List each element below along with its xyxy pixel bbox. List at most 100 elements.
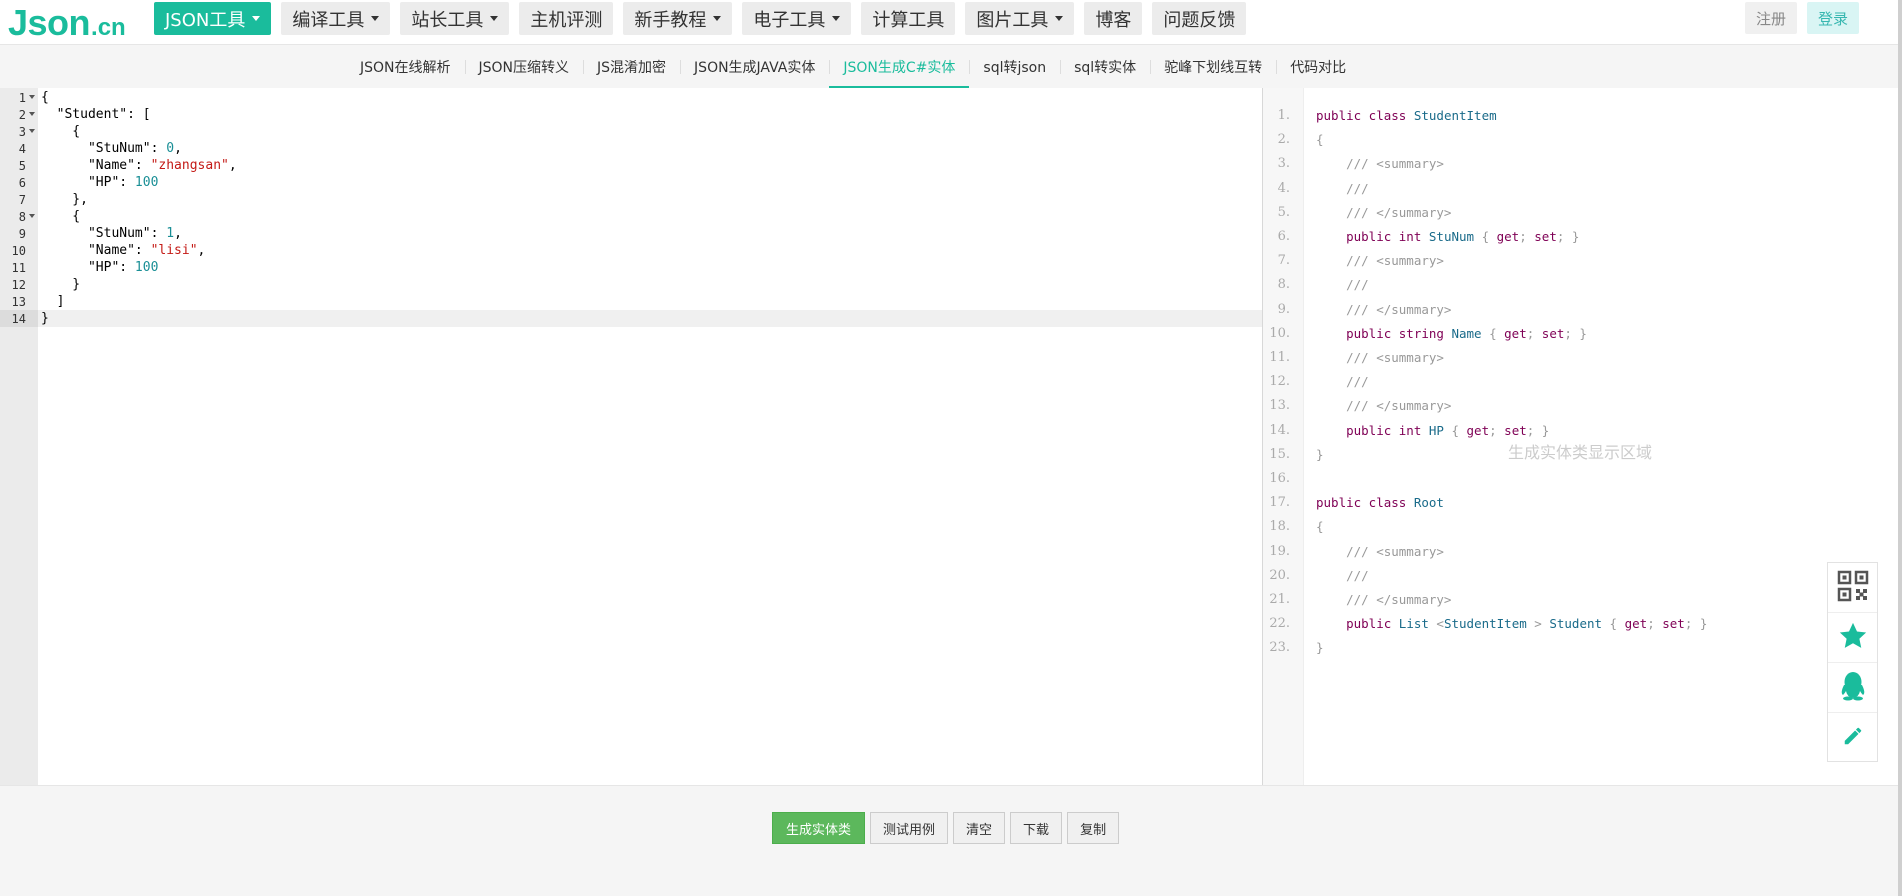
favorite-button[interactable] (1828, 613, 1877, 663)
code-token: /// </summary> (1316, 592, 1452, 607)
json-input-editor[interactable]: 1 2 3 4 5 6 7 8 9 10 11 12 13 14 { "Student": [ { "St… (0, 88, 1262, 785)
pencil-icon (1842, 725, 1864, 751)
qq-button[interactable] (1828, 663, 1877, 713)
qq-icon (1839, 671, 1867, 705)
menu-item[interactable]: 编译工具 (281, 2, 391, 35)
line-number: 9 (0, 225, 38, 242)
line-number: 4 (0, 140, 38, 157)
code-token: ; } (1526, 423, 1550, 438)
page-scrollbar[interactable] (1898, 0, 1902, 896)
code-token: { (1474, 229, 1497, 244)
line-number: 11 (0, 259, 38, 276)
output-code-line: /// </summary> (1316, 394, 1451, 418)
tool-tab[interactable]: 代码对比 (1276, 45, 1360, 88)
code-token: /// (1316, 181, 1369, 196)
tool-tab[interactable]: JSON生成JAVA实体 (680, 45, 829, 88)
code-line: "Student": [ (41, 106, 1262, 123)
generate-entity-button[interactable]: 生成实体类 (772, 812, 866, 844)
output-line-number: 23. (1269, 640, 1290, 655)
tool-tab[interactable]: sql转json (969, 45, 1060, 88)
menu-item[interactable]: 计算工具 (861, 2, 956, 35)
tool-tab[interactable]: sql转实体 (1060, 45, 1150, 88)
menu-item[interactable]: JSON工具 (154, 2, 272, 35)
code-token: { (41, 124, 81, 139)
fold-toggle-icon[interactable] (29, 129, 35, 133)
output-code-line: } (1316, 636, 1324, 660)
code-token: , (174, 226, 182, 241)
menu-item[interactable]: 图片工具 (965, 2, 1075, 35)
code-token: 100 (134, 260, 159, 275)
tool-tab[interactable]: 驼峰下划线互转 (1150, 45, 1276, 88)
menu-item[interactable]: 站长工具 (400, 2, 510, 35)
chevron-down-icon (490, 16, 499, 21)
code-line: { (41, 123, 1262, 140)
code-token: public string (1316, 326, 1452, 341)
copy-button[interactable]: 复制 (1067, 812, 1120, 844)
line-number: 12 (0, 276, 38, 293)
fold-toggle-icon[interactable] (29, 112, 35, 116)
site-logo[interactable]: Json .cn (8, 0, 126, 45)
clear-button[interactable]: 清空 (953, 812, 1006, 844)
code-line: "StuNum": 1, (41, 225, 1262, 242)
code-token: ; (1489, 423, 1505, 438)
register-button[interactable]: 注册 (1744, 2, 1797, 34)
download-button[interactable]: 下载 (1010, 812, 1063, 844)
line-number: 6 (0, 174, 38, 191)
editor-code-area[interactable]: { "Student": [ { "StuNum": 0, "Name": "z… (38, 88, 1262, 785)
editor-gutter: 1 2 3 4 5 6 7 8 9 10 11 12 13 14 (0, 88, 38, 785)
test-case-button[interactable]: 测试用例 (870, 812, 949, 844)
csharp-output-panel[interactable]: 1. 2. 3. 4. 5. 6. 7. 8. 9. 10. 11. 12. 13. 14. 15. 16. 1… (1262, 88, 1898, 785)
line-number: 7 (0, 191, 38, 208)
menu-item-label: JSON工具 (165, 9, 246, 31)
line-number-text: 4 (18, 141, 26, 156)
output-gutter: 1. 2. 3. 4. 5. 6. 7. 8. 9. 10. 11. 12. 13. 14. 15. 16. 1… (1263, 88, 1304, 785)
login-button[interactable]: 登录 (1806, 2, 1859, 34)
output-code-line: /// <summary> (1316, 152, 1444, 176)
qrcode-button[interactable] (1828, 563, 1877, 613)
line-number-text: 5 (18, 158, 26, 173)
chevron-down-icon (252, 16, 261, 21)
tool-tab[interactable]: JSON压缩转义 (464, 45, 584, 88)
code-token: /// </summary> (1316, 398, 1452, 413)
feedback-button[interactable] (1828, 713, 1877, 763)
menu-item[interactable]: 电子工具 (742, 2, 852, 35)
output-code-line: { (1316, 515, 1324, 539)
line-number: 5 (0, 157, 38, 174)
menu-item[interactable]: 博客 (1084, 2, 1143, 35)
code-token: > (1526, 616, 1550, 631)
code-token: StuNum (1428, 229, 1475, 244)
code-line: ] (41, 293, 1262, 310)
code-token: { (1316, 519, 1324, 534)
output-line-number: 15. (1269, 447, 1290, 462)
line-number: 14 (0, 310, 38, 327)
menu-item-label: 博客 (1095, 9, 1132, 31)
output-code-line: /// <summary> (1316, 346, 1444, 370)
code-token: /// (1316, 277, 1369, 292)
output-line-number: 9. (1277, 302, 1290, 317)
code-token: "HP": (41, 260, 135, 275)
fold-toggle-icon[interactable] (29, 214, 35, 218)
output-code-line: /// (1316, 177, 1369, 201)
menu-item-label: 问题反馈 (1163, 9, 1236, 31)
line-number-text: 9 (18, 226, 26, 241)
tool-tab[interactable]: JS混淆加密 (583, 45, 680, 88)
code-token: ; } (1684, 616, 1708, 631)
tool-tab[interactable]: JSON在线解析 (346, 45, 465, 88)
code-token: /// (1316, 568, 1369, 583)
code-token: set (1534, 229, 1557, 244)
code-token: "HP": (41, 175, 135, 190)
code-token: "Name": (41, 243, 151, 258)
line-number: 8 (0, 208, 38, 225)
fold-toggle-icon[interactable] (29, 95, 35, 99)
tool-tab[interactable]: JSON生成C#实体 (829, 45, 970, 88)
line-number: 1 (0, 89, 38, 106)
tool-tabs-bar: JSON在线解析 JSON压缩转义 JS混淆加密 JSON生成JAVA实体 JSON生成… (0, 45, 1898, 88)
menu-item[interactable]: 新手教程 (623, 2, 733, 35)
menu-item[interactable]: 主机评测 (519, 2, 614, 35)
menu-item[interactable]: 问题反馈 (1152, 2, 1247, 35)
star-icon (1838, 621, 1868, 655)
code-line: "HP": 100 (41, 174, 1262, 191)
line-number-text: 2 (18, 107, 26, 122)
output-line-number: 5. (1277, 205, 1290, 220)
code-line: }, (41, 191, 1262, 208)
